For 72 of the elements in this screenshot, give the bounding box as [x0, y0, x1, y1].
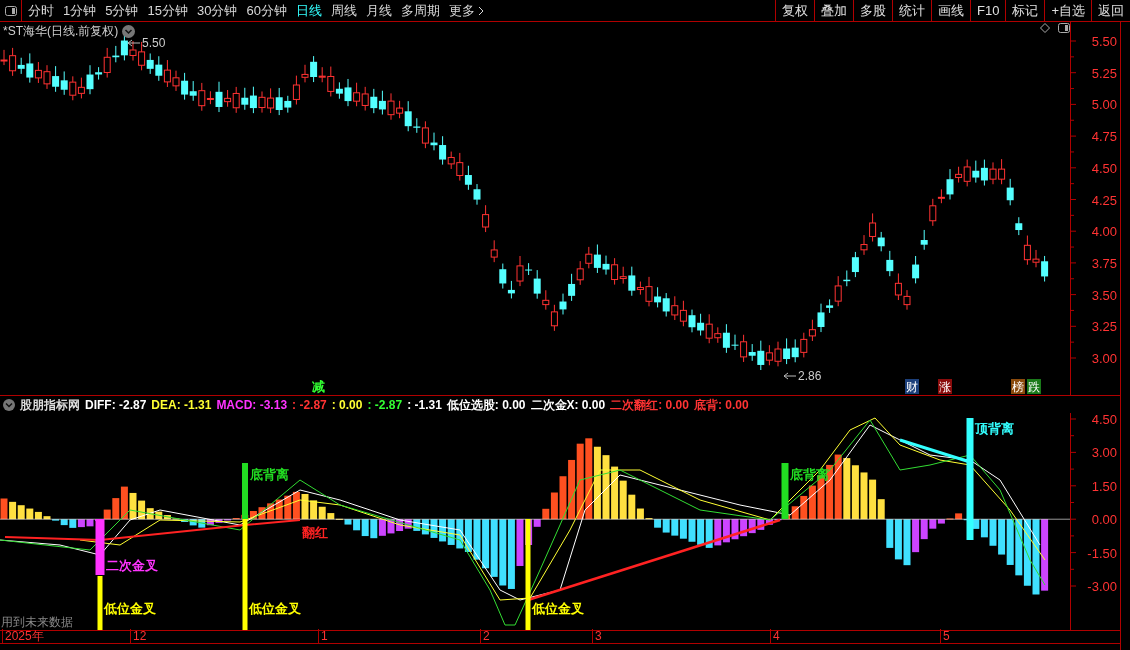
- period-tab[interactable]: 15分钟: [147, 0, 188, 21]
- legend-value: 股朋指标网: [20, 396, 80, 414]
- axis-label: 5.00: [1091, 97, 1117, 113]
- toolbar-button[interactable]: +自选: [1044, 0, 1091, 21]
- chart-title: *ST海华(日线.前复权): [3, 23, 119, 40]
- legend-value: MACD: -3.13: [216, 396, 288, 414]
- panel-icon: [4, 5, 17, 16]
- axis-label: 4.00: [1091, 224, 1117, 240]
- note-text: 用到未来数据: [1, 614, 73, 630]
- date-label: 1: [318, 629, 328, 643]
- axis-label: -1.50: [1087, 545, 1117, 561]
- price-annotation: 2.86: [783, 369, 822, 383]
- axis-label: 4.75: [1091, 129, 1117, 145]
- price-annotation: 5.50: [127, 36, 166, 50]
- event-marker[interactable]: 涨: [938, 379, 952, 394]
- dropdown-icon[interactable]: [3, 398, 15, 411]
- period-tab[interactable]: 1分钟: [63, 0, 97, 21]
- period-tab[interactable]: 30分钟: [196, 0, 238, 21]
- period-tab[interactable]: 日线: [295, 0, 322, 21]
- legend-value: 二次金X: 0.00: [530, 396, 606, 414]
- diamond-icon[interactable]: [1040, 23, 1050, 33]
- toolbar-button[interactable]: 复权: [775, 0, 814, 21]
- toolbar-button[interactable]: 返回: [1091, 0, 1130, 21]
- legend-value: : 0.00: [331, 396, 363, 414]
- date-label: 5: [940, 629, 950, 643]
- period-tab[interactable]: 60分钟: [246, 0, 287, 21]
- date-label: 2: [480, 629, 490, 643]
- period-tab[interactable]: 月线: [365, 0, 392, 21]
- toolbar-button[interactable]: 画线: [931, 0, 970, 21]
- axis-label: 3.75: [1091, 255, 1117, 271]
- axis-label: 3.00: [1091, 445, 1117, 461]
- period-tab[interactable]: 多周期: [400, 0, 440, 21]
- event-marker[interactable]: 榜: [1011, 379, 1025, 394]
- event-marker[interactable]: 减: [311, 379, 325, 394]
- axis-label: 5.25: [1091, 65, 1117, 81]
- axis-label: 3.50: [1091, 287, 1117, 303]
- axis-label: 1.50: [1091, 478, 1117, 494]
- legend-value: : -1.31: [407, 396, 442, 414]
- toolbar-button[interactable]: 统计: [892, 0, 931, 21]
- event-marker[interactable]: 财: [905, 379, 919, 394]
- toolbar-button[interactable]: 多股: [853, 0, 892, 21]
- toolbar-button[interactable]: F10: [970, 0, 1006, 21]
- signal-marker: 翻红: [302, 525, 328, 540]
- date-label: 4: [770, 629, 780, 643]
- axis-label: 3.25: [1091, 319, 1117, 335]
- toolbar-button[interactable]: 标记: [1005, 0, 1045, 21]
- axis-label: -3.00: [1087, 579, 1117, 594]
- axis-label: 3.00: [1091, 351, 1117, 366]
- period-tab[interactable]: 5分钟: [105, 0, 139, 21]
- axis-label: 4.25: [1091, 192, 1117, 208]
- axis-label: 5.50: [1091, 34, 1117, 49]
- axis-label: 0.00: [1091, 512, 1117, 528]
- event-marker[interactable]: 跌: [1027, 379, 1041, 394]
- period-tab[interactable]: 更多: [448, 0, 484, 21]
- legend-value: : -2.87: [367, 396, 403, 414]
- date-label: 2025年: [2, 629, 44, 643]
- legend-value: DIFF: -2.87: [85, 396, 147, 414]
- legend-value: 二次翻红: 0.00: [610, 396, 689, 414]
- dropdown-icon[interactable]: [122, 24, 136, 38]
- panel-icon[interactable]: [1058, 23, 1070, 33]
- period-tab[interactable]: 分时: [28, 0, 54, 21]
- date-label: 3: [592, 629, 602, 643]
- chevron-icon: [477, 5, 484, 16]
- legend-value: DEA: -1.31: [151, 396, 212, 414]
- period-tab[interactable]: 周线: [330, 0, 357, 21]
- legend-value: 底背: 0.00: [693, 396, 749, 414]
- legend-value: 低位选股: 0.00: [446, 396, 526, 414]
- legend-value: : -2.87: [292, 396, 327, 414]
- axis-label: 4.50: [1091, 160, 1117, 176]
- axis-label: 4.50: [1091, 413, 1117, 427]
- date-label: 12: [130, 629, 147, 643]
- toolbar-button[interactable]: 叠加: [814, 0, 853, 21]
